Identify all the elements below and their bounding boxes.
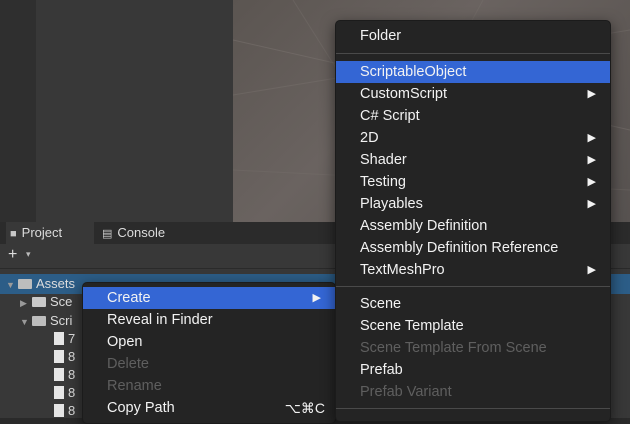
tree-row-file[interactable]: 8 bbox=[54, 383, 75, 403]
menu-item-scene-template[interactable]: Scene Template bbox=[336, 315, 610, 337]
menu-item-scene[interactable]: Scene bbox=[336, 293, 610, 315]
menu-item-label: 2D bbox=[360, 130, 379, 146]
menu-item-label: Testing bbox=[360, 174, 406, 190]
menu-item-label: Shader bbox=[360, 152, 407, 168]
menu-item-label: ScriptableObject bbox=[360, 64, 467, 80]
menu-item-label: Assembly Definition Reference bbox=[360, 240, 559, 256]
context-menu: Create ▶ Reveal in Finder Open Delete Re… bbox=[82, 282, 336, 424]
script-file-icon bbox=[54, 350, 64, 363]
menu-item-label: Folder bbox=[360, 28, 402, 44]
tree-row-scripts[interactable]: ▼ Scri bbox=[10, 311, 72, 331]
expand-triangle-icon[interactable]: ▼ bbox=[20, 312, 32, 332]
menu-separator bbox=[336, 53, 610, 54]
menu-item-assembly-definition-reference[interactable]: Assembly Definition Reference bbox=[336, 237, 610, 259]
menu-item-testing[interactable]: Testing ▶ bbox=[336, 171, 610, 193]
folder-open-icon bbox=[32, 316, 46, 326]
create-submenu: Folder ScriptableObject CustomScript ▶ C… bbox=[335, 20, 611, 422]
menu-item-label: Assembly Definition bbox=[360, 218, 488, 234]
menu-item-label: TextMeshPro bbox=[360, 262, 445, 278]
tree-label-file: 8 bbox=[68, 385, 76, 400]
folder-open-icon bbox=[18, 279, 32, 289]
script-file-icon bbox=[54, 332, 64, 345]
menu-item-shortcut: ⌥⌘C bbox=[284, 400, 325, 416]
console-icon: ▤ bbox=[102, 228, 113, 240]
tree-row-file[interactable]: 8 bbox=[54, 365, 75, 385]
menu-item-reveal-in-finder[interactable]: Reveal in Finder bbox=[83, 309, 335, 331]
menu-item-assembly-definition[interactable]: Assembly Definition bbox=[336, 215, 610, 237]
menu-item-rename: Rename bbox=[83, 375, 335, 397]
menu-item-customscript[interactable]: CustomScript ▶ bbox=[336, 83, 610, 105]
tab-console[interactable]: ▤ Console bbox=[102, 222, 165, 244]
tree-row-file[interactable]: 7 bbox=[54, 329, 75, 349]
tree-row-file[interactable]: 8 bbox=[54, 347, 75, 367]
menu-item-scene-template-from-scene: Scene Template From Scene bbox=[336, 337, 610, 359]
menu-item-label: Prefab Variant bbox=[360, 384, 452, 400]
tree-label-scripts: Scri bbox=[50, 313, 73, 328]
tree-label-file: 8 bbox=[68, 403, 76, 418]
menu-item-label: Open bbox=[107, 334, 143, 350]
tree-label-file: 7 bbox=[68, 331, 76, 346]
menu-item-csharp-script[interactable]: C# Script bbox=[336, 105, 610, 127]
tab-console-label: Console bbox=[117, 225, 166, 240]
tree-label-scenes: Sce bbox=[50, 294, 73, 309]
tab-project-label: Project bbox=[21, 225, 63, 240]
menu-separator bbox=[336, 408, 610, 409]
menu-item-label: CustomScript bbox=[360, 86, 448, 102]
menu-item-shader[interactable]: Shader ▶ bbox=[336, 149, 610, 171]
submenu-arrow-icon: ▶ bbox=[587, 132, 596, 144]
menu-item-label: Rename bbox=[107, 378, 162, 394]
menu-item-folder[interactable]: Folder bbox=[336, 25, 610, 47]
menu-item-open[interactable]: Open bbox=[83, 331, 335, 353]
menu-item-copy-path[interactable]: Copy Path ⌥⌘C bbox=[83, 397, 335, 419]
menu-item-label: Scene bbox=[360, 296, 402, 312]
script-file-icon bbox=[54, 386, 64, 399]
tree-row-file[interactable]: 8 bbox=[54, 401, 75, 421]
menu-item-label: Playables bbox=[360, 196, 423, 212]
submenu-arrow-icon: ▶ bbox=[587, 176, 596, 188]
menu-item-2d[interactable]: 2D ▶ bbox=[336, 127, 610, 149]
folder-icon bbox=[32, 297, 46, 307]
menu-item-label: Reveal in Finder bbox=[107, 312, 213, 328]
menu-item-label: C# Script bbox=[360, 108, 420, 124]
menu-item-playables[interactable]: Playables ▶ bbox=[336, 193, 610, 215]
script-file-icon bbox=[54, 404, 64, 417]
tree-label-file: 8 bbox=[68, 367, 76, 382]
tree-label-file: 8 bbox=[68, 349, 76, 364]
menu-item-label: Create bbox=[107, 290, 151, 306]
tab-project[interactable]: ■ Project bbox=[6, 222, 94, 244]
hierarchy-sidebar bbox=[0, 0, 36, 222]
submenu-arrow-icon: ▶ bbox=[587, 198, 596, 210]
add-button[interactable]: + bbox=[8, 246, 17, 264]
menu-item-label: Scene Template bbox=[360, 318, 464, 334]
menu-item-prefab-variant: Prefab Variant bbox=[336, 381, 610, 403]
submenu-arrow-icon: ▶ bbox=[587, 88, 596, 100]
menu-item-prefab[interactable]: Prefab bbox=[336, 359, 610, 381]
script-file-icon bbox=[54, 368, 64, 381]
chevron-down-icon[interactable]: ▾ bbox=[26, 249, 31, 260]
menu-separator bbox=[336, 286, 610, 287]
menu-item-label: Delete bbox=[107, 356, 149, 372]
menu-item-label: Scene Template From Scene bbox=[360, 340, 547, 356]
submenu-arrow-icon: ▶ bbox=[587, 154, 596, 166]
menu-item-label: Copy Path bbox=[107, 400, 175, 416]
submenu-arrow-icon: ▶ bbox=[312, 292, 321, 304]
tree-row-scenes[interactable]: ▶ Sce bbox=[10, 292, 72, 312]
menu-item-label: Prefab bbox=[360, 362, 403, 378]
collapse-triangle-icon[interactable]: ▶ bbox=[20, 293, 32, 313]
menu-item-textmeshpro[interactable]: TextMeshPro ▶ bbox=[336, 259, 610, 281]
menu-item-create[interactable]: Create ▶ bbox=[83, 287, 335, 309]
menu-item-delete: Delete bbox=[83, 353, 335, 375]
tree-label-assets: Assets bbox=[36, 276, 76, 291]
submenu-arrow-icon: ▶ bbox=[587, 264, 596, 276]
menu-item-scriptableobject[interactable]: ScriptableObject bbox=[336, 61, 610, 83]
folder-icon: ■ bbox=[10, 228, 17, 240]
